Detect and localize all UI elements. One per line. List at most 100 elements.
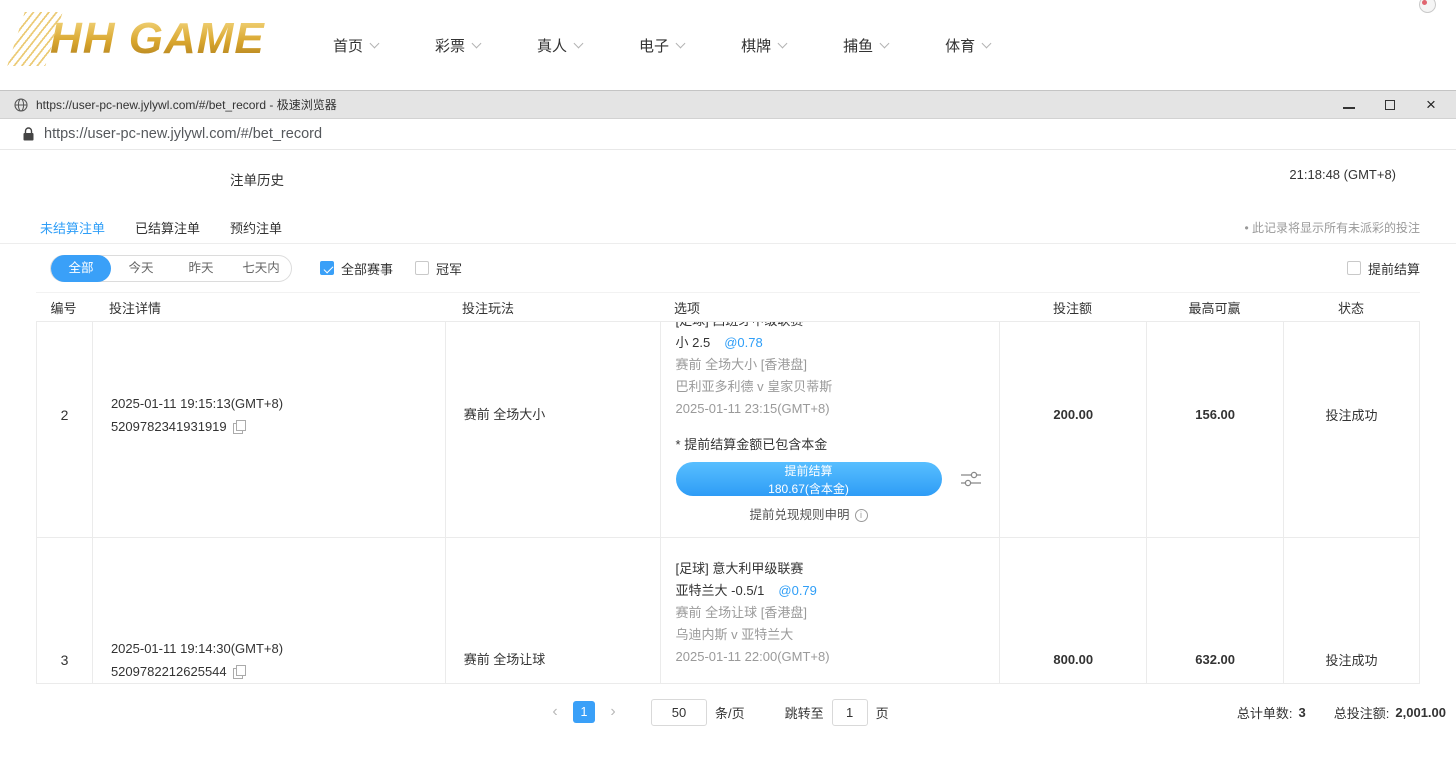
tab-settled[interactable]: 已结算注单 — [135, 218, 200, 237]
page-number-button[interactable]: 1 — [573, 701, 595, 723]
table-row: 2 2025-01-11 19:15:13(GMT+8) 52097823419… — [37, 322, 1419, 538]
floating-ball-icon[interactable] — [1419, 0, 1436, 13]
site-header: HH GAME 首页 彩票 真人 电子 棋牌 捕鱼 体育 — [0, 0, 1456, 90]
window-controls: × — [1342, 98, 1438, 112]
maximize-button[interactable] — [1383, 98, 1397, 112]
bet-amount: 800.00 — [1053, 652, 1093, 667]
cell-amount: 800.00 — [999, 538, 1146, 683]
chevron-down-icon — [778, 38, 788, 48]
table-header: 编号 投注详情 投注玩法 选项 投注额 最高可赢 状态 — [36, 292, 1420, 322]
option-market: 赛前 全场让球 [香港盘] — [676, 602, 985, 624]
jump-label: 跳转至 — [785, 703, 824, 722]
jump-suffix: 页 — [876, 703, 889, 722]
bet-id: 5209782341931919 — [111, 415, 227, 438]
slider-settings-icon[interactable] — [960, 470, 982, 488]
jump-page-input[interactable] — [832, 699, 868, 726]
header-status: 状态 — [1283, 298, 1419, 317]
total-count: 3 — [1299, 705, 1306, 720]
chevron-down-icon — [472, 38, 482, 48]
nav-item-slots[interactable]: 电子 — [639, 35, 684, 56]
prev-page-button[interactable]: ‹ — [545, 703, 565, 721]
nav-item-sports[interactable]: 体育 — [945, 35, 990, 56]
principal-note: * 提前结算金额已包含本金 — [676, 434, 985, 456]
bet-amount: 200.00 — [1053, 407, 1093, 422]
option-match-time: 2025-01-11 22:00(GMT+8) — [676, 646, 985, 668]
info-icon — [855, 509, 868, 522]
header-detail: 投注详情 — [91, 298, 444, 317]
chevron-down-icon — [370, 38, 380, 48]
range-today[interactable]: 今天 — [111, 256, 171, 281]
option-odds: @0.78 — [724, 335, 763, 350]
cell-amount: 200.00 — [999, 322, 1146, 537]
lock-icon — [23, 127, 34, 141]
chevron-down-icon — [982, 38, 992, 48]
option-match: 乌迪内斯 v 亚特兰大 — [676, 624, 985, 646]
nav-item-lottery[interactable]: 彩票 — [435, 35, 480, 56]
filter-bar: 全部 今天 昨天 七天内 全部赛事 冠军 提前结算 — [0, 244, 1456, 292]
cashout-label: 提前结算 — [785, 462, 833, 479]
range-7days[interactable]: 七天内 — [231, 256, 291, 281]
checkbox-checked-icon — [320, 261, 334, 275]
range-yesterday[interactable]: 昨天 — [171, 256, 231, 281]
header-play: 投注玩法 — [444, 298, 659, 317]
globe-icon — [14, 98, 28, 112]
nav-item-cards[interactable]: 棋牌 — [741, 35, 786, 56]
cashout-amount: 180.67(含本金) — [768, 480, 849, 497]
tabs-note: • 此记录将显示所有未派彩的投注 — [1244, 219, 1420, 236]
url-text: https://user-pc-new.jylywl.com/#/bet_rec… — [44, 126, 322, 142]
range-all[interactable]: 全部 — [51, 255, 111, 282]
browser-addressbar[interactable]: https://user-pc-new.jylywl.com/#/bet_rec… — [0, 119, 1456, 150]
checkbox-early-settle[interactable]: 提前结算 — [1347, 259, 1420, 278]
checkbox-all-events[interactable]: 全部赛事 — [320, 259, 393, 278]
total-amount: 2,001.00 — [1395, 705, 1446, 720]
cell-option: [足球] 意大利甲级联赛 亚特兰大 -0.5/1@0.79 赛前 全场让球 [香… — [660, 538, 1000, 683]
nav-label: 棋牌 — [741, 35, 771, 56]
close-button[interactable]: × — [1424, 98, 1438, 112]
tab-unsettled[interactable]: 未结算注单 — [40, 218, 105, 237]
cell-maxwin: 156.00 — [1146, 322, 1283, 537]
status-badge: 投注成功 — [1326, 405, 1378, 424]
cashout-rules-link[interactable]: 提前兑现规则申明 — [676, 504, 942, 526]
date-range-group: 全部 今天 昨天 七天内 — [50, 255, 292, 282]
minimize-button[interactable] — [1342, 98, 1356, 112]
nav-label: 捕鱼 — [843, 35, 873, 56]
total-count-label: 总计单数: — [1237, 703, 1293, 722]
checkbox-label: 冠军 — [436, 259, 462, 278]
site-logo: HH GAME — [16, 12, 265, 66]
option-odds: @0.79 — [778, 583, 817, 598]
copy-icon[interactable] — [233, 420, 246, 433]
header-maxwin: 最高可赢 — [1146, 298, 1283, 317]
nav-item-fishing[interactable]: 捕鱼 — [843, 35, 888, 56]
page-size-input[interactable] — [651, 699, 707, 726]
option-market: 赛前 全场大小 [香港盘] — [676, 354, 985, 376]
play-type: 赛前 全场让球 — [446, 648, 660, 671]
chevron-down-icon — [880, 38, 890, 48]
checkbox-label: 全部赛事 — [341, 259, 393, 278]
header-amount: 投注额 — [999, 298, 1146, 317]
clock: 21:18:48 (GMT+8) — [1289, 167, 1396, 182]
header-no: 编号 — [36, 298, 91, 317]
nav-label: 体育 — [945, 35, 975, 56]
cell-play: 赛前 全场大小 — [445, 322, 660, 537]
copy-icon[interactable] — [233, 665, 246, 678]
checkbox-champion[interactable]: 冠军 — [415, 259, 462, 278]
page-title: 注单历史 — [230, 169, 284, 189]
cell-detail: 2025-01-11 19:15:13(GMT+8) 5209782341931… — [92, 322, 445, 537]
checkbox-unchecked-icon — [415, 261, 429, 275]
bet-table: 编号 投注详情 投注玩法 选项 投注额 最高可赢 状态 2 2025-01-11… — [36, 292, 1420, 684]
cell-detail: 2025-01-11 19:14:30(GMT+8) 5209782212625… — [92, 538, 445, 683]
nav-item-home[interactable]: 首页 — [333, 35, 378, 56]
tab-reserved[interactable]: 预约注单 — [230, 218, 282, 237]
browser-titlebar: https://user-pc-new.jylywl.com/#/bet_rec… — [0, 90, 1456, 119]
bet-time: 2025-01-11 19:15:13(GMT+8) — [93, 392, 445, 415]
chevron-down-icon — [574, 38, 584, 48]
cashout-button[interactable]: 提前结算 180.67(含本金) — [676, 462, 942, 496]
total-amount-label: 总投注额: — [1334, 703, 1390, 722]
checkbox-unchecked-icon — [1347, 261, 1361, 275]
cell-option: [足球] 西班牙甲级联赛 小 2.5@0.78 赛前 全场大小 [香港盘] 巴利… — [660, 322, 1000, 537]
nav-item-live[interactable]: 真人 — [537, 35, 582, 56]
page-size-suffix: 条/页 — [715, 703, 745, 722]
next-page-button[interactable]: › — [603, 703, 623, 721]
record-tabs: 未结算注单 已结算注单 预约注单 • 此记录将显示所有未派彩的投注 — [0, 212, 1456, 244]
bet-no: 2 — [61, 407, 69, 423]
